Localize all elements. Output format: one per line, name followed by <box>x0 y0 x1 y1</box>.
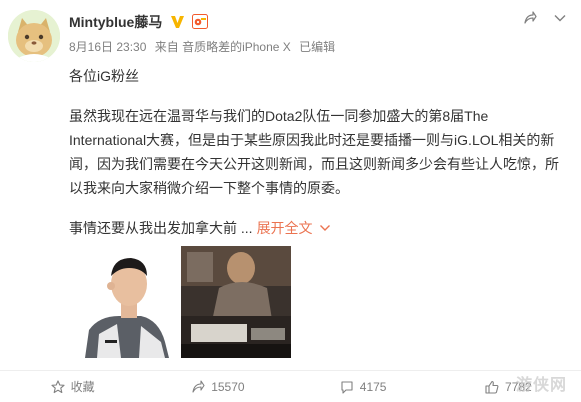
member-icon[interactable] <box>192 14 209 29</box>
avatar[interactable] <box>8 10 60 62</box>
repost-count: 15570 <box>211 379 245 394</box>
repost-icon <box>191 379 205 394</box>
office-desk-image <box>181 246 291 358</box>
favorite-button[interactable]: 收藏 <box>0 378 145 395</box>
image-gallery <box>69 246 291 358</box>
comment-button[interactable]: 4175 <box>291 380 436 394</box>
top-right-actions <box>523 11 567 25</box>
post-greeting: 各位iG粉丝 <box>69 68 139 84</box>
post-meta: 8月16日 23:30 来自 音质略差的iPhone X 已编辑 <box>69 38 340 55</box>
chevron-down-icon[interactable] <box>553 11 567 25</box>
watermark-text: 游侠网 <box>515 377 567 394</box>
post-image-1[interactable] <box>69 246 179 358</box>
post-image-2[interactable] <box>181 246 291 358</box>
star-icon <box>51 379 65 394</box>
post-time[interactable]: 8月16日 23:30 <box>69 40 146 54</box>
post-content: 各位iG粉丝 虽然我现在远在温哥华与我们的Dota2队伍一同参加盛大的第8届Th… <box>69 64 569 240</box>
post-excerpt-row: 事情还要从我出发加拿大前 ... 展开全文 <box>69 216 569 240</box>
post-excerpt: 事情还要从我出发加拿大前 ... <box>69 220 253 236</box>
expand-chevron-icon[interactable] <box>319 216 331 240</box>
verified-v-icon <box>170 14 185 29</box>
post-source: 来自 音质略差的iPhone X <box>154 40 291 54</box>
action-bar: 收藏 15570 4175 7782 <box>0 370 581 402</box>
expand-full-text-link[interactable]: 展开全文 <box>257 216 313 240</box>
username[interactable]: Mintyblue藤马 <box>69 12 209 32</box>
comment-count: 4175 <box>359 379 387 394</box>
share-icon[interactable] <box>523 11 537 25</box>
favorite-label: 收藏 <box>70 380 95 394</box>
post-body: 虽然我现在远在温哥华与我们的Dota2队伍一同参加盛大的第8届The Inter… <box>69 108 559 196</box>
edited-label[interactable]: 已编辑 <box>299 40 335 54</box>
player-portrait-image <box>69 246 179 358</box>
username-text[interactable]: Mintyblue藤马 <box>69 14 162 30</box>
cat-avatar-icon <box>8 10 60 62</box>
thumbs-up-icon <box>485 380 499 394</box>
repost-button[interactable]: 15570 <box>145 380 290 394</box>
comment-icon <box>340 380 354 394</box>
